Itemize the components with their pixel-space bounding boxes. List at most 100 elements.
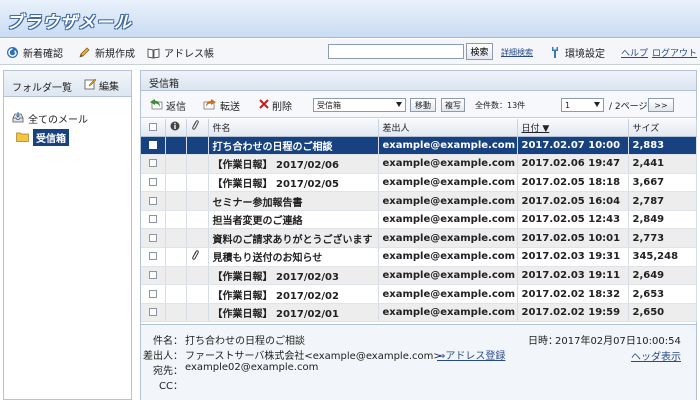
- table-row[interactable]: 【作業日報】 2017/02/03 example@example.com 2017…: [141, 266, 697, 286]
- row-checkbox[interactable]: [148, 196, 157, 205]
- subject-column-header[interactable]: 件名: [208, 119, 379, 137]
- reply-icon: [149, 98, 163, 113]
- page-select[interactable]: 1: [561, 98, 604, 112]
- row-select-cell[interactable]: [141, 210, 166, 230]
- row-from: example@example.com: [378, 266, 518, 286]
- from-column-header[interactable]: 差出人: [378, 119, 518, 137]
- folder-select[interactable]: 受信箱: [313, 98, 406, 112]
- attachment-column-header[interactable]: [186, 119, 209, 137]
- book-icon: [147, 46, 160, 59]
- row-from: example@example.com: [378, 284, 518, 304]
- reply-button[interactable]: 返信: [149, 98, 186, 113]
- add-address-link[interactable]: ⇒アドレス登録: [437, 347, 505, 362]
- row-info-cell: [165, 266, 187, 286]
- delete-x-icon: [259, 99, 269, 112]
- row-subject: 見積もり送付のお知らせ: [208, 247, 379, 267]
- row-size: 2,773: [628, 228, 697, 249]
- row-select-cell[interactable]: [141, 266, 166, 286]
- folder-all-mail[interactable]: 全てのメール: [12, 111, 88, 126]
- table-row[interactable]: セミナー参加報告書 example@example.com 2017.02.05 1…: [141, 191, 697, 211]
- mail-rows: 打ち合わせの日程のご相談 example@example.com 2017.02.0…: [141, 136, 697, 323]
- next-page-button[interactable]: >>: [648, 98, 674, 112]
- mail-preview: 件名： 打ち合わせの日程のご相談 日時： 2017年02月07日10:00:54…: [141, 324, 696, 400]
- row-date: 2017.02.03 19:31: [517, 247, 629, 267]
- row-size: 3,667: [628, 173, 697, 193]
- preview-subject-label: 件名：: [153, 336, 183, 347]
- header-view-link[interactable]: ヘッダ表示: [631, 348, 681, 363]
- row-select-cell[interactable]: [141, 303, 166, 323]
- forward-button[interactable]: 転送: [203, 98, 240, 113]
- compose-label: 新規作成: [95, 49, 135, 60]
- row-info-cell: [165, 228, 187, 249]
- table-row[interactable]: 見積もり送付のお知らせ example@example.com 2017.02.03…: [141, 247, 697, 267]
- row-attachment-cell: [186, 284, 209, 304]
- row-date: 2017.02.05 16:04: [517, 191, 629, 211]
- size-column-header[interactable]: サイズ: [628, 119, 697, 137]
- panel-header: 受信箱: [141, 71, 696, 91]
- row-checkbox[interactable]: [148, 159, 157, 168]
- preview-from-label: 差出人：: [143, 351, 183, 362]
- info-column-header[interactable]: [165, 119, 187, 137]
- table-row[interactable]: 【作業日報】 2017/02/06 example@example.com 2017…: [141, 154, 697, 174]
- folder-inbox[interactable]: 受信箱: [16, 129, 69, 146]
- row-info-cell: [165, 210, 187, 230]
- row-checkbox[interactable]: [148, 252, 157, 261]
- delete-button[interactable]: 削除: [259, 98, 292, 113]
- table-row[interactable]: 資料のご請求ありがとうございます example@example.com 2017.…: [141, 228, 697, 249]
- row-select-cell[interactable]: [141, 154, 166, 174]
- row-date: 2017.02.02 18:32: [517, 284, 629, 304]
- copy-button[interactable]: 複写: [441, 98, 465, 112]
- table-row[interactable]: 【作業日報】 2017/02/02 example@example.com 2017…: [141, 284, 697, 304]
- select-all-header[interactable]: [141, 119, 166, 137]
- folder-icon: [16, 131, 29, 145]
- row-select-cell[interactable]: [141, 284, 166, 304]
- row-select-cell[interactable]: [141, 191, 166, 211]
- select-all-checkbox[interactable]: [148, 122, 157, 131]
- table-row[interactable]: 打ち合わせの日程のご相談 example@example.com 2017.02.0…: [141, 136, 697, 156]
- row-info-cell: [165, 173, 187, 193]
- table-row[interactable]: 【作業日報】 2017/02/01 example@example.com 2017…: [141, 303, 697, 323]
- table-row[interactable]: 担当者変更のご連絡 example@example.com 2017.02.05 1…: [141, 210, 697, 230]
- check-new-button[interactable]: 新着確認: [6, 45, 63, 60]
- sidebar-title: フォルダ一覧: [12, 83, 72, 94]
- row-subject: 【作業日報】 2017/02/01: [208, 303, 379, 323]
- row-subject: 資料のご請求ありがとうございます: [208, 228, 379, 249]
- move-button[interactable]: 移動: [410, 98, 436, 112]
- row-date: 2017.02.05 18:18: [517, 173, 629, 193]
- row-from: example@example.com: [378, 191, 518, 211]
- row-checkbox[interactable]: [148, 215, 157, 224]
- row-select-cell[interactable]: [141, 228, 166, 249]
- address-book-button[interactable]: アドレス帳: [147, 45, 214, 60]
- help-link[interactable]: ヘルプ: [621, 46, 648, 59]
- app-logo: ブラウザメール: [6, 13, 132, 33]
- search-button[interactable]: 検索: [466, 43, 493, 60]
- row-info-cell: [165, 303, 187, 323]
- row-checkbox[interactable]: [148, 289, 157, 298]
- row-info-cell: [165, 154, 187, 174]
- compose-button[interactable]: 新規作成: [78, 45, 135, 60]
- date-column-header[interactable]: 日付 ▼: [517, 119, 629, 137]
- row-select-cell[interactable]: [141, 173, 166, 193]
- row-date: 2017.02.07 10:00: [517, 136, 629, 156]
- row-checkbox[interactable]: [148, 140, 157, 149]
- folder-edit-button[interactable]: 編集: [84, 78, 119, 93]
- row-select-cell[interactable]: [141, 136, 166, 156]
- info-icon: [170, 121, 180, 134]
- settings-button[interactable]: 環境設定: [548, 45, 605, 60]
- row-size: 345,248: [628, 247, 697, 267]
- row-checkbox[interactable]: [148, 270, 157, 279]
- search-input[interactable]: [328, 44, 464, 59]
- row-checkbox[interactable]: [148, 233, 157, 242]
- row-attachment-cell: [186, 210, 209, 230]
- row-attachment-cell: [186, 266, 209, 286]
- row-checkbox[interactable]: [148, 177, 157, 186]
- row-size: 2,650: [628, 303, 697, 323]
- main-toolbar: 新着確認 新規作成 アドレス帳 検索 詳細検索 環境設定 ヘルプ ログアウト: [0, 39, 700, 65]
- paperclip-icon: [191, 250, 199, 264]
- table-row[interactable]: 【作業日報】 2017/02/05 example@example.com 2017…: [141, 173, 697, 193]
- row-select-cell[interactable]: [141, 247, 166, 267]
- row-attachment-cell: [186, 247, 209, 267]
- row-checkbox[interactable]: [148, 308, 157, 317]
- logout-link[interactable]: ログアウト: [652, 46, 697, 59]
- advanced-search-link[interactable]: 詳細検索: [501, 47, 533, 58]
